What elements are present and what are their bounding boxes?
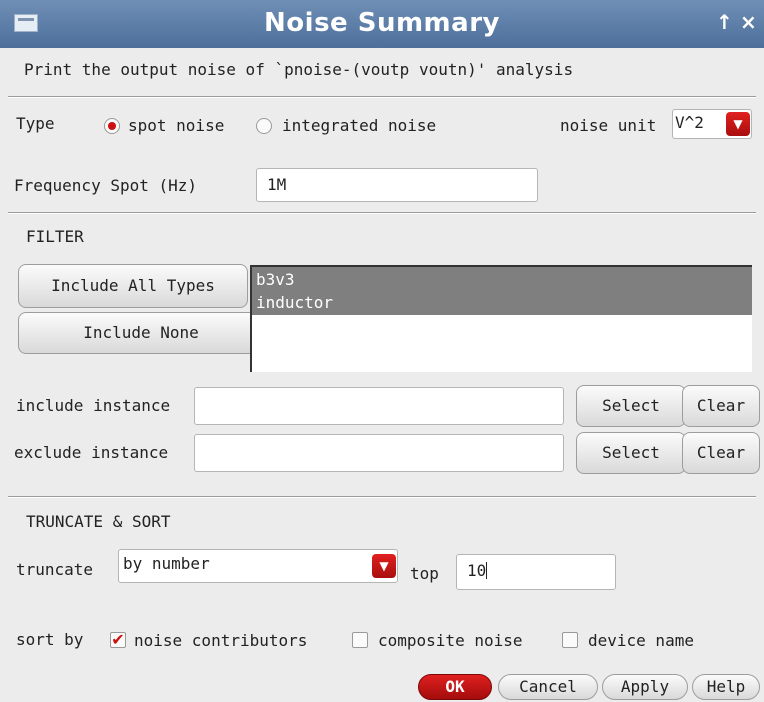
divider — [8, 96, 756, 98]
exclude-select-button[interactable]: Select — [576, 432, 686, 474]
ok-button[interactable]: OK — [418, 674, 492, 700]
window-title: Noise Summary — [264, 8, 500, 38]
truncate-mode-select[interactable]: by number — [118, 549, 398, 583]
sort-by-label: sort by — [16, 630, 84, 649]
exclude-clear-button[interactable]: Clear — [682, 432, 760, 474]
list-item[interactable]: inductor — [256, 292, 333, 314]
spot-noise-radio[interactable] — [104, 118, 120, 134]
spot-noise-label[interactable]: spot noise — [128, 116, 224, 135]
divider — [8, 496, 756, 498]
include-instance-label: include instance — [16, 396, 171, 415]
chevron-down-icon[interactable]: ▼ — [726, 112, 750, 136]
exclude-instance-input[interactable] — [194, 434, 564, 472]
top-count-value: 10 — [467, 561, 487, 580]
integrated-noise-radio[interactable] — [256, 118, 272, 134]
type-list[interactable]: b3v3 inductor — [250, 265, 752, 372]
include-none-button[interactable]: Include None — [18, 312, 264, 354]
filter-heading: FILTER — [26, 227, 84, 246]
integrated-noise-label[interactable]: integrated noise — [282, 116, 436, 135]
frequency-label: Frequency Spot (Hz) — [14, 176, 198, 195]
raise-icon[interactable]: ↑ — [716, 10, 733, 34]
top-count-input[interactable]: 10 — [456, 554, 616, 590]
composite-noise-label[interactable]: composite noise — [378, 631, 523, 650]
truncate-label: truncate — [16, 560, 94, 579]
frequency-input[interactable]: 1M — [256, 168, 538, 202]
close-icon[interactable]: × — [740, 10, 757, 34]
include-clear-button[interactable]: Clear — [682, 385, 760, 427]
cancel-button[interactable]: Cancel — [498, 674, 598, 700]
top-label: top — [410, 564, 439, 583]
noise-contributors-checkbox[interactable]: ✔ — [110, 632, 126, 648]
apply-button[interactable]: Apply — [602, 674, 688, 700]
composite-noise-checkbox[interactable] — [352, 632, 368, 648]
analysis-description: Print the output noise of `pnoise-(voutp… — [24, 60, 574, 79]
include-select-button[interactable]: Select — [576, 385, 686, 427]
include-instance-input[interactable] — [194, 387, 564, 425]
noise-unit-label: noise unit — [560, 116, 657, 135]
include-all-types-button[interactable]: Include All Types — [18, 264, 248, 308]
truncate-sort-heading: TRUNCATE & SORT — [26, 512, 171, 531]
truncate-mode-value: by number — [123, 554, 210, 573]
noise-contributors-label[interactable]: noise contributors — [134, 631, 307, 650]
divider — [8, 212, 756, 214]
device-name-checkbox[interactable] — [562, 632, 578, 648]
noise-unit-value: V^2 — [675, 113, 704, 132]
device-name-label[interactable]: device name — [588, 631, 694, 650]
type-label: Type — [16, 114, 55, 133]
exclude-instance-label: exclude instance — [14, 443, 169, 462]
title-bar[interactable]: Noise Summary ↑ × — [0, 0, 764, 48]
list-item[interactable]: b3v3 — [256, 269, 295, 291]
help-button[interactable]: Help — [692, 674, 760, 700]
chevron-down-icon[interactable]: ▼ — [372, 554, 396, 578]
text-cursor — [486, 562, 488, 579]
